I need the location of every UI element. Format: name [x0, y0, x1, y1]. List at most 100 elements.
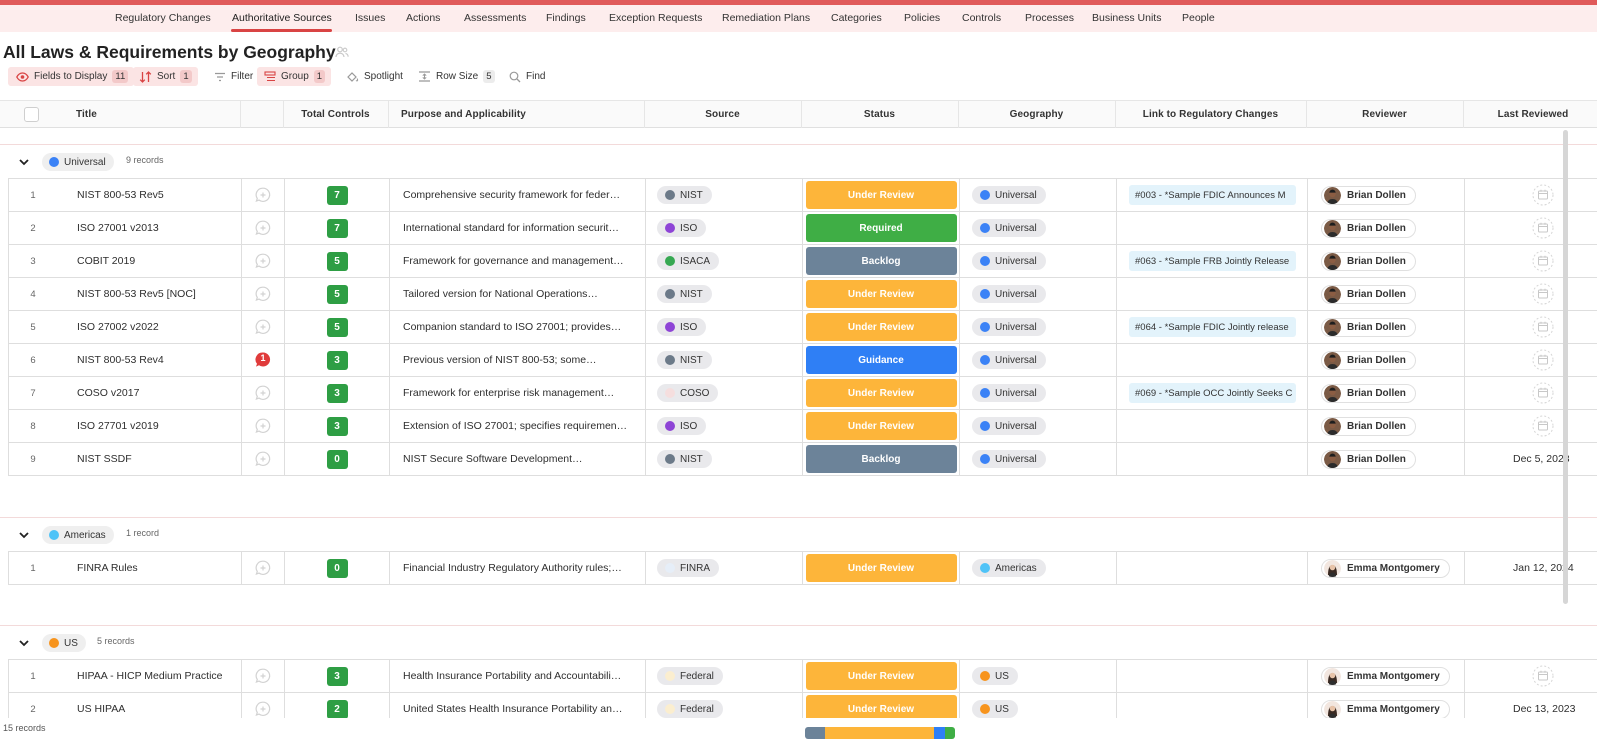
add-comment-icon[interactable] — [254, 700, 272, 718]
geography-cell[interactable]: Universal — [959, 377, 1116, 409]
purpose-text[interactable]: Extension of ISO 27001; specifies requir… — [389, 410, 645, 442]
purpose-text[interactable]: United States Health Insurance Portabili… — [389, 693, 645, 718]
regulatory-change-link-cell[interactable]: #063 - *Sample FRB Jointly Release — [1116, 245, 1307, 277]
status-cell[interactable]: Backlog — [802, 245, 959, 277]
regulatory-change-link-cell[interactable] — [1116, 212, 1307, 244]
geography-cell[interactable]: US — [959, 693, 1116, 718]
reviewer-cell[interactable]: Brian Dollen — [1307, 212, 1464, 244]
calendar-icon[interactable] — [1532, 250, 1554, 272]
status-cell[interactable]: Under Review — [802, 410, 959, 442]
reviewer-cell[interactable]: Brian Dollen — [1307, 377, 1464, 409]
calendar-icon[interactable] — [1532, 382, 1554, 404]
last-reviewed-cell[interactable] — [1464, 377, 1597, 409]
nav-tab-policies[interactable]: Policies — [904, 12, 940, 24]
status-cell[interactable]: Under Review — [802, 377, 959, 409]
comments-cell[interactable] — [241, 443, 284, 475]
table-row[interactable]: 9 NIST SSDF 0 NIST Secure Software Developm… — [9, 443, 1597, 476]
last-reviewed-cell[interactable] — [1464, 278, 1597, 310]
reviewer-cell[interactable]: Brian Dollen — [1307, 344, 1464, 376]
source-cell[interactable]: ISO — [645, 311, 802, 343]
vertical-scrollbar[interactable] — [1563, 130, 1568, 604]
table-row[interactable]: 3 COBIT 2019 5 Framework for governance and… — [9, 245, 1597, 278]
add-comment-icon[interactable] — [254, 252, 272, 270]
column-header-link-to-regulatory-changes[interactable]: Link to Regulatory Changes — [1115, 101, 1306, 128]
group-button[interactable]: Group 1 — [257, 67, 332, 86]
record-title[interactable]: COSO v2017 — [77, 377, 241, 409]
record-title[interactable]: HIPAA - HICP Medium Practice — [77, 660, 241, 692]
column-header-geography[interactable]: Geography — [958, 101, 1115, 128]
nav-tab-assessments[interactable]: Assessments — [464, 12, 526, 24]
calendar-icon[interactable] — [1532, 665, 1554, 687]
source-cell[interactable]: Federal — [645, 660, 802, 692]
status-cell[interactable]: Under Review — [802, 552, 959, 584]
regulatory-change-link[interactable]: #063 - *Sample FRB Jointly Release — [1129, 251, 1296, 271]
reviewer-cell[interactable]: Brian Dollen — [1307, 410, 1464, 442]
calendar-icon[interactable] — [1532, 316, 1554, 338]
geography-cell[interactable]: Universal — [959, 311, 1116, 343]
add-comment-icon[interactable] — [254, 667, 272, 685]
calendar-icon[interactable] — [1532, 283, 1554, 305]
table-row[interactable]: 1 NIST 800-53 Rev5 7 Comprehensive security… — [9, 179, 1597, 212]
record-title[interactable]: NIST SSDF — [77, 443, 241, 475]
source-cell[interactable]: ISACA — [645, 245, 802, 277]
people-icon[interactable] — [335, 45, 349, 59]
comments-cell[interactable] — [241, 693, 284, 718]
record-title[interactable]: ISO 27701 v2019 — [77, 410, 241, 442]
column-header-purpose-and-applicability[interactable]: Purpose and Applicability — [401, 101, 526, 128]
regulatory-change-link-cell[interactable]: #064 - *Sample FDIC Jointly release — [1116, 311, 1307, 343]
comment-count-badge[interactable]: 1 — [254, 351, 272, 369]
column-header-status[interactable]: Status — [801, 101, 958, 128]
reviewer-cell[interactable]: Brian Dollen — [1307, 443, 1464, 475]
comments-cell[interactable] — [241, 212, 284, 244]
comments-cell[interactable] — [241, 660, 284, 692]
geography-cell[interactable]: Universal — [959, 443, 1116, 475]
column-header-total-controls[interactable]: Total Controls — [283, 101, 388, 128]
chevron-down-icon[interactable] — [17, 155, 31, 169]
table-row[interactable]: 2 US HIPAA 2 United States Health Insurance… — [9, 693, 1597, 718]
record-title[interactable]: ISO 27002 v2022 — [77, 311, 241, 343]
status-cell[interactable]: Under Review — [802, 278, 959, 310]
source-cell[interactable]: Federal — [645, 693, 802, 718]
last-reviewed-cell[interactable] — [1464, 245, 1597, 277]
purpose-text[interactable]: Framework for enterprise risk management… — [389, 377, 645, 409]
column-header-last-reviewed[interactable]: Last Reviewed — [1463, 101, 1597, 128]
regulatory-change-link-cell[interactable] — [1116, 552, 1307, 584]
regulatory-change-link-cell[interactable]: #069 - *Sample OCC Jointly Seeks C — [1116, 377, 1307, 409]
comments-cell[interactable] — [241, 245, 284, 277]
geography-cell[interactable]: US — [959, 660, 1116, 692]
reviewer-cell[interactable]: Emma Montgomery — [1307, 660, 1464, 692]
column-header-title[interactable]: Title — [76, 101, 97, 128]
nav-tab-findings[interactable]: Findings — [546, 12, 586, 24]
comments-cell[interactable] — [241, 278, 284, 310]
calendar-icon[interactable] — [1532, 415, 1554, 437]
nav-tab-people[interactable]: People — [1182, 12, 1215, 24]
table-row[interactable]: 6 NIST 800-53 Rev4 1 3 Previous version of N… — [9, 344, 1597, 377]
regulatory-change-link-cell[interactable] — [1116, 660, 1307, 692]
last-reviewed-cell[interactable] — [1464, 212, 1597, 244]
group-header[interactable]: Universal 9 records — [0, 145, 1597, 177]
last-reviewed-cell[interactable] — [1464, 311, 1597, 343]
last-reviewed-cell[interactable]: Dec 13, 2023 — [1464, 693, 1597, 718]
geography-cell[interactable]: Universal — [959, 245, 1116, 277]
record-title[interactable]: NIST 800-53 Rev4 — [77, 344, 241, 376]
last-reviewed-cell[interactable]: Jan 12, 2024 — [1464, 552, 1597, 584]
find-button[interactable]: Find — [505, 67, 549, 86]
regulatory-change-link[interactable]: #069 - *Sample OCC Jointly Seeks C — [1129, 383, 1296, 403]
add-comment-icon[interactable] — [254, 384, 272, 402]
add-comment-icon[interactable] — [254, 417, 272, 435]
status-cell[interactable]: Under Review — [802, 660, 959, 692]
source-cell[interactable]: FINRA — [645, 552, 802, 584]
record-title[interactable]: NIST 800-53 Rev5 — [77, 179, 241, 211]
nav-tab-business-units[interactable]: Business Units — [1092, 12, 1161, 24]
record-title[interactable]: ISO 27001 v2013 — [77, 212, 241, 244]
table-row[interactable]: 5 ISO 27002 v2022 5 Companion standard to I… — [9, 311, 1597, 344]
regulatory-change-link[interactable]: #003 - *Sample FDIC Announces M — [1129, 185, 1296, 205]
geography-cell[interactable]: Universal — [959, 179, 1116, 211]
column-header-reviewer[interactable]: Reviewer — [1306, 101, 1463, 128]
group-header[interactable]: Americas 1 record — [0, 518, 1597, 550]
source-cell[interactable]: NIST — [645, 179, 802, 211]
nav-tab-processes[interactable]: Processes — [1025, 12, 1074, 24]
regulatory-change-link-cell[interactable] — [1116, 410, 1307, 442]
regulatory-change-link[interactable]: #064 - *Sample FDIC Jointly release — [1129, 317, 1296, 337]
purpose-text[interactable]: Tailored version for National Operations… — [389, 278, 645, 310]
